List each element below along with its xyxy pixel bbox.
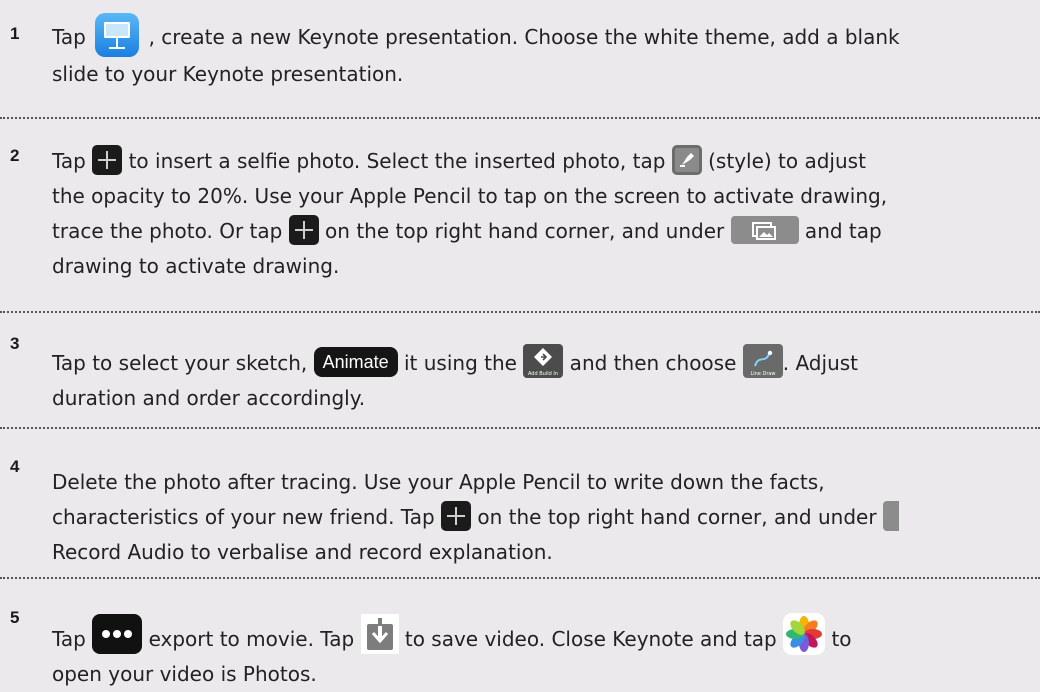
dotted-divider — [0, 577, 1040, 579]
dotted-divider — [0, 311, 1040, 313]
media-icon[interactable] — [730, 215, 799, 244]
step-text-segment: open your video is Photos. — [52, 662, 317, 686]
step-text-segment: slide to your Keynote presentation. — [52, 61, 404, 86]
step-text-segment: duration and order accordingly. — [52, 386, 366, 410]
media-icon[interactable] — [882, 500, 899, 531]
step-text-segment: Tap — [52, 25, 93, 49]
step-text-segment: on the top right hand corner, and under — [318, 219, 731, 243]
step-text: Tap to select your sketch, Animate it us… — [52, 343, 1040, 416]
plus-icon[interactable] — [441, 500, 472, 531]
step-number: 1 — [10, 24, 20, 43]
dotted-divider — [0, 427, 1040, 429]
paintbrush-style-icon[interactable] — [671, 144, 702, 175]
step-text-segment: drawing to activate drawing. — [52, 254, 340, 278]
step-text-segment: on the top right hand corner, and under — [471, 505, 883, 529]
step-text: Delete the photo after tracing. Use your… — [52, 465, 1040, 570]
step-text-segment: and then choose — [563, 351, 743, 375]
keynote-app-icon[interactable] — [95, 12, 140, 57]
step-text-segment: and tap — [798, 219, 882, 243]
line-draw-icon[interactable]: Line Draw — [742, 343, 783, 378]
step-number: 4 — [10, 457, 20, 476]
animate-button[interactable]: Animate — [313, 346, 398, 377]
step-text: Tap to insert a selfie photo. Select the… — [52, 144, 1040, 284]
step-text-segment: export to movie. Tap — [142, 627, 361, 651]
plus-icon[interactable] — [288, 214, 319, 245]
step-text: Tap export to movie. Tap to save video. … — [52, 612, 1040, 692]
more-dots-icon[interactable] — [92, 613, 143, 654]
step-text-segment: to — [825, 627, 852, 651]
step-text-segment: to save video. Close Keynote and tap — [398, 627, 784, 651]
save-download-icon[interactable] — [360, 613, 399, 654]
step-number: 5 — [10, 608, 20, 627]
dotted-divider — [0, 117, 1040, 119]
plus-icon[interactable] — [92, 144, 123, 175]
step-text-segment: Tap to select your sketch, — [52, 351, 314, 375]
photos-app-icon[interactable] — [783, 612, 826, 655]
step-text-segment: trace the photo. Or tap — [52, 219, 289, 243]
step-text-segment: the opacity to 20%. Use your Apple Penci… — [52, 184, 888, 208]
step-text-segment: characteristics of your new friend. Tap — [52, 505, 442, 529]
step-number: 2 — [10, 146, 20, 165]
step-text-segment: to insert a selfie photo. Select the ins… — [122, 149, 672, 173]
step-text-segment: . Adjust — [782, 351, 858, 375]
step-text-segment: , create a new Keynote presentation. Cho… — [142, 25, 900, 49]
step-number: 3 — [10, 334, 20, 353]
build-caption: Add Build In — [528, 371, 558, 377]
line-caption: Line Draw — [750, 371, 775, 377]
step-text-segment: it using the — [397, 351, 524, 375]
step-text-segment: Tap — [52, 627, 93, 651]
step-text-segment: Delete the photo after tracing. Use your… — [52, 470, 825, 494]
step-text-segment: Tap — [52, 149, 93, 173]
step-text-segment: (style) to adjust — [701, 149, 866, 173]
add-build-in-icon[interactable]: Add Build In — [523, 343, 564, 378]
step-text-segment: Record Audio to verbalise and record exp… — [52, 540, 553, 564]
step-text: Tap , create a new Keynote presentation.… — [52, 12, 1040, 92]
